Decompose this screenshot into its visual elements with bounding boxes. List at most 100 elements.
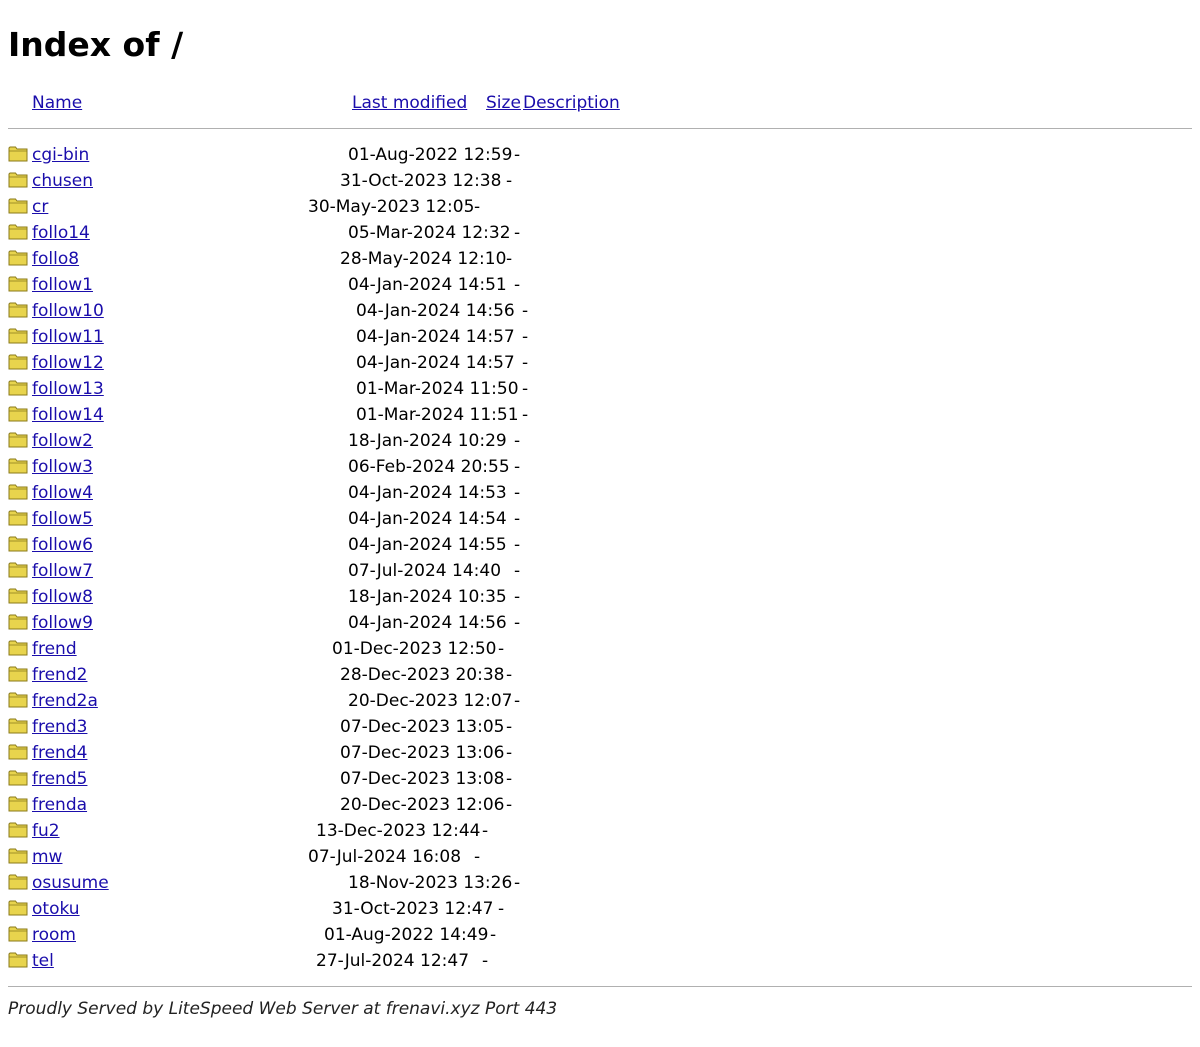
directory-link[interactable]: follow9 xyxy=(32,610,93,636)
entry-list: cgi-bin 01-Aug-2022 12:59 - chusen 31-Oct-20… xyxy=(8,142,1192,974)
last-modified-cell: 30-May-2023 12:05 xyxy=(308,197,475,217)
directory-link[interactable]: frend5 xyxy=(32,766,87,792)
directory-row: follow11 04-Jan-2024 14:57- xyxy=(8,324,1192,350)
directory-link[interactable]: follow6 xyxy=(32,532,93,558)
directory-link[interactable]: osusume xyxy=(32,870,109,896)
directory-link[interactable]: follow14 xyxy=(32,402,104,428)
size-cell: - xyxy=(514,431,521,451)
directory-link[interactable]: follow11 xyxy=(32,324,104,350)
size-cell: - xyxy=(506,743,513,763)
directory-link[interactable]: follow5 xyxy=(32,506,93,532)
size-cell: - xyxy=(514,613,521,633)
directory-link[interactable]: frend4 xyxy=(32,740,87,766)
sort-by-size-link[interactable]: Size xyxy=(486,93,521,113)
size-cell: - xyxy=(514,457,521,477)
size-cell: - xyxy=(474,847,481,867)
folder-icon xyxy=(8,744,28,760)
directory-link[interactable]: fu2 xyxy=(32,818,60,844)
sort-by-description-link[interactable]: Description xyxy=(523,93,620,113)
directory-link[interactable]: frend2a xyxy=(32,688,98,714)
folder-icon xyxy=(8,484,28,500)
last-modified-cell: 04-Jan-2024 14:56 xyxy=(348,613,507,633)
folder-icon xyxy=(8,900,28,916)
last-modified-cell: 05-Mar-2024 12:32 xyxy=(348,223,511,243)
directory-link[interactable]: mw xyxy=(32,844,62,870)
directory-row: osusume 18-Nov-2023 13:26- xyxy=(8,870,1192,896)
page-title: Index of / xyxy=(8,25,184,64)
directory-link[interactable]: follow13 xyxy=(32,376,104,402)
directory-link[interactable]: frend3 xyxy=(32,714,87,740)
directory-link[interactable]: cr xyxy=(32,194,48,220)
last-modified-cell: 01-Aug-2022 12:59 xyxy=(348,145,513,165)
directory-link[interactable]: chusen xyxy=(32,168,93,194)
last-modified-cell: 01-Dec-2023 12:50 xyxy=(332,639,497,659)
directory-row: frend4 07-Dec-2023 13:06- xyxy=(8,740,1192,766)
directory-link[interactable]: frenda xyxy=(32,792,87,818)
directory-row: mw 07-Jul-2024 16:08- xyxy=(8,844,1192,870)
size-cell: - xyxy=(522,327,529,347)
folder-icon xyxy=(8,406,28,422)
directory-link[interactable]: follo14 xyxy=(32,220,90,246)
directory-link[interactable]: frend xyxy=(32,636,77,662)
directory-link[interactable]: follow4 xyxy=(32,480,93,506)
directory-row: fu2 13-Dec-2023 12:44- xyxy=(8,818,1192,844)
last-modified-cell: 04-Jan-2024 14:55 xyxy=(348,535,507,555)
directory-row: follo14 05-Mar-2024 12:32- xyxy=(8,220,1192,246)
directory-link[interactable]: follow3 xyxy=(32,454,93,480)
directory-row: otoku 31-Oct-2023 12:47- xyxy=(8,896,1192,922)
size-cell: - xyxy=(482,821,489,841)
folder-icon xyxy=(8,562,28,578)
size-cell: - xyxy=(498,899,505,919)
size-cell: - xyxy=(514,587,521,607)
last-modified-cell: 07-Dec-2023 13:06 xyxy=(340,743,505,763)
directory-link[interactable]: follow1 xyxy=(32,272,93,298)
directory-link[interactable]: tel xyxy=(32,948,54,974)
last-modified-cell: 18-Jan-2024 10:29 xyxy=(348,431,507,451)
directory-link[interactable]: follow2 xyxy=(32,428,93,454)
last-modified-cell: 31-Oct-2023 12:38 xyxy=(340,171,502,191)
folder-icon xyxy=(8,302,28,318)
directory-row: follow10 04-Jan-2024 14:56- xyxy=(8,298,1192,324)
sort-by-last-modified-link[interactable]: Last modified xyxy=(352,93,467,113)
directory-row: follow8 18-Jan-2024 10:35- xyxy=(8,584,1192,610)
directory-row: room 01-Aug-2022 14:49- xyxy=(8,922,1192,948)
directory-link[interactable]: frend2 xyxy=(32,662,87,688)
directory-row: chusen 31-Oct-2023 12:38- xyxy=(8,168,1192,194)
size-cell: - xyxy=(514,873,521,893)
last-modified-cell: 31-Oct-2023 12:47 xyxy=(332,899,494,919)
last-modified-cell: 04-Jan-2024 14:57 xyxy=(356,353,515,373)
directory-row: follow12 04-Jan-2024 14:57- xyxy=(8,350,1192,376)
directory-link[interactable]: follow8 xyxy=(32,584,93,610)
folder-icon xyxy=(8,458,28,474)
size-cell: - xyxy=(506,171,513,191)
directory-link[interactable]: otoku xyxy=(32,896,80,922)
last-modified-cell: 28-Dec-2023 20:38 xyxy=(340,665,505,685)
last-modified-cell: 06-Feb-2024 20:55 xyxy=(348,457,510,477)
directory-index-page: Index of / Name Last modified Size Descr… xyxy=(0,0,1200,1019)
directory-row: follow1 04-Jan-2024 14:51- xyxy=(8,272,1192,298)
directory-row: follow7 07-Jul-2024 14:40- xyxy=(8,558,1192,584)
directory-link[interactable]: follow10 xyxy=(32,298,104,324)
directory-row: follow14 01-Mar-2024 11:51- xyxy=(8,402,1192,428)
last-modified-cell: 01-Mar-2024 11:50 xyxy=(356,379,519,399)
size-cell: - xyxy=(522,301,529,321)
directory-row: frend5 07-Dec-2023 13:08- xyxy=(8,766,1192,792)
directory-link[interactable]: room xyxy=(32,922,76,948)
folder-icon xyxy=(8,328,28,344)
directory-link[interactable]: follow7 xyxy=(32,558,93,584)
directory-link[interactable]: follow12 xyxy=(32,350,104,376)
last-modified-cell: 20-Dec-2023 12:06 xyxy=(340,795,505,815)
size-cell: - xyxy=(474,197,481,217)
last-modified-cell: 04-Jan-2024 14:54 xyxy=(348,509,507,529)
directory-link[interactable]: follo8 xyxy=(32,246,79,272)
last-modified-cell: 13-Dec-2023 12:44 xyxy=(316,821,481,841)
last-modified-cell: 01-Mar-2024 11:51 xyxy=(356,405,519,425)
directory-listing: Name Last modified Size Description cgi-… xyxy=(8,68,1192,987)
size-cell: - xyxy=(514,483,521,503)
size-cell: - xyxy=(506,249,513,269)
sort-by-name-link[interactable]: Name xyxy=(32,93,82,113)
size-cell: - xyxy=(506,717,513,737)
directory-link[interactable]: cgi-bin xyxy=(32,142,89,168)
size-cell: - xyxy=(506,769,513,789)
size-cell: - xyxy=(490,925,497,945)
